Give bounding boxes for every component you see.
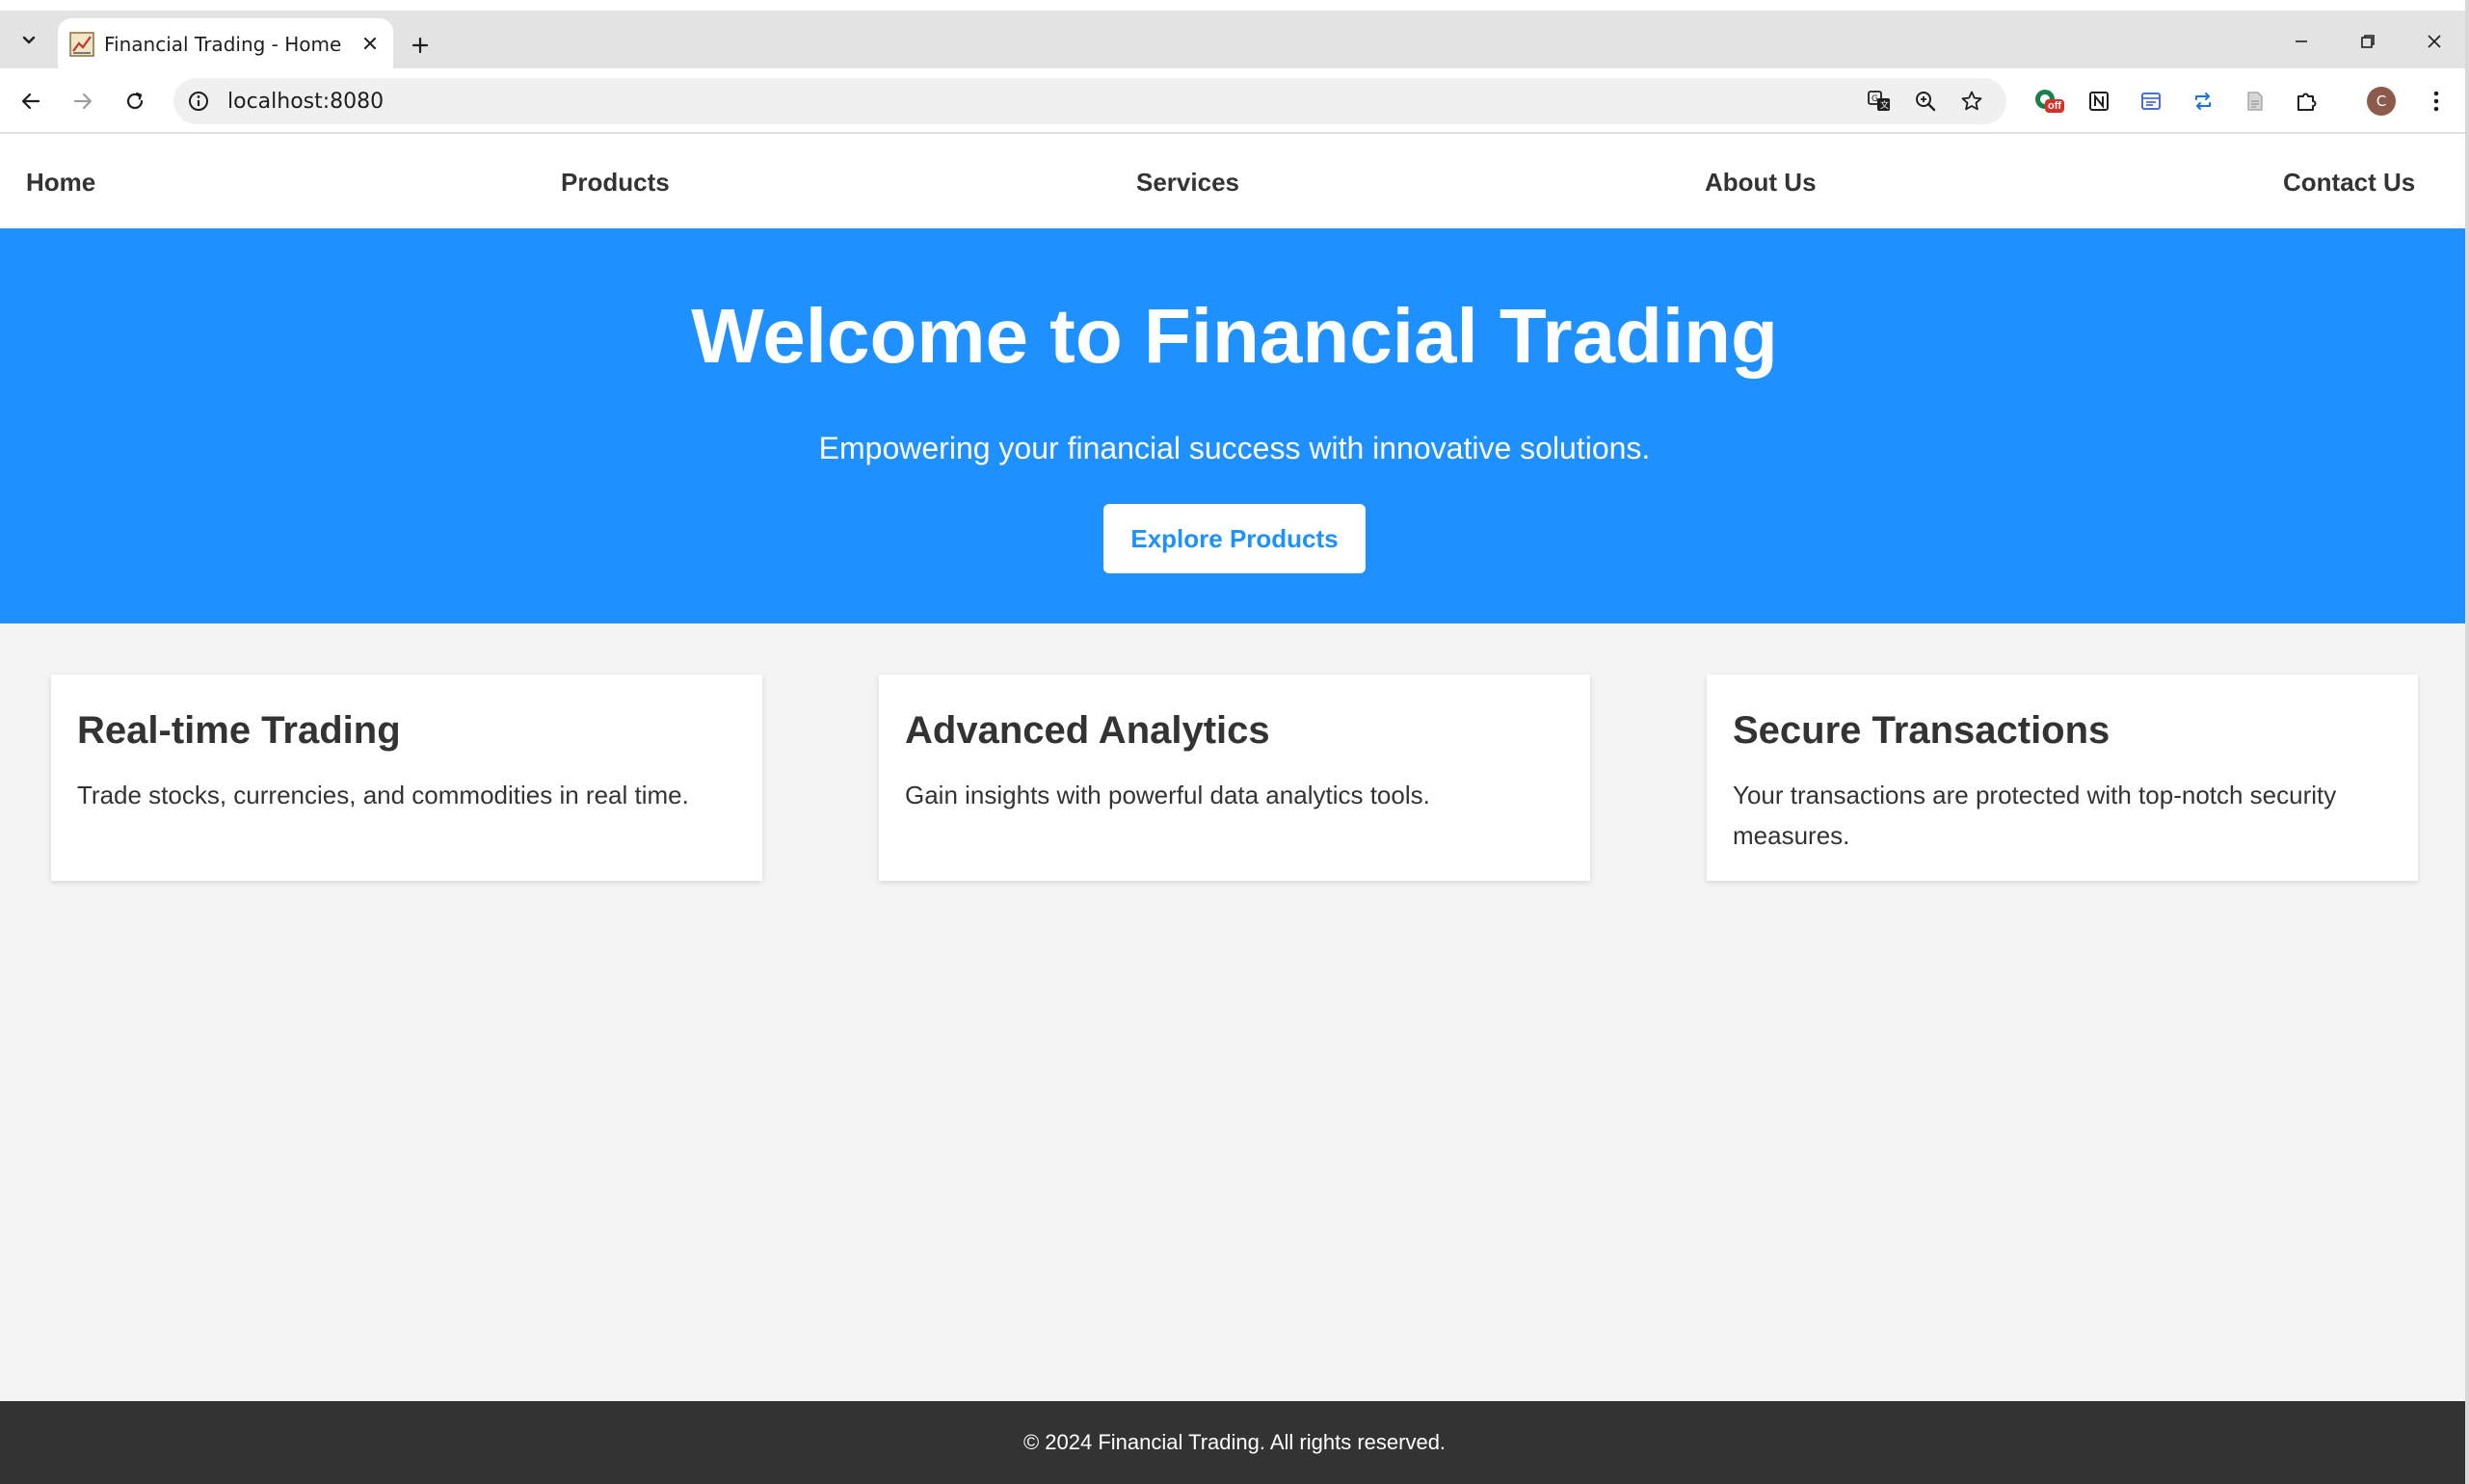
panel-icon <box>2141 93 2161 110</box>
profile-avatar[interactable]: C <box>2367 87 2396 116</box>
nav-link-services[interactable]: Services <box>1136 168 1239 198</box>
page-viewport: Home Products Services About Us Contact … <box>0 135 2469 1484</box>
nav-link-products[interactable]: Products <box>561 168 670 198</box>
nav-link-about-us[interactable]: About Us <box>1705 168 1817 198</box>
address-bar[interactable]: localhost:8080 G文 <box>173 78 2006 124</box>
bookmark-button[interactable] <box>1958 88 1985 115</box>
kebab-menu-icon <box>2433 91 2439 112</box>
site-footer: © 2024 Financial Trading. All rights res… <box>0 1401 2469 1484</box>
feature-card-title: Secure Transactions <box>1733 709 2111 752</box>
zoom-button[interactable] <box>1912 88 1939 115</box>
footer-copyright: © 2024 Financial Trading. All rights res… <box>1022 1430 1447 1454</box>
feature-card-title: Real-time Trading <box>77 709 401 752</box>
nav-link-home[interactable]: Home <box>26 168 95 198</box>
restore-icon <box>2361 35 2375 48</box>
feature-card-text: Gain insights with powerful data analyti… <box>905 781 1430 809</box>
star-icon <box>1961 91 1982 111</box>
restore-button[interactable] <box>2346 24 2390 59</box>
repeat-icon <box>2195 93 2211 110</box>
extension-document[interactable] <box>2240 86 2270 117</box>
extension-panel[interactable] <box>2136 86 2166 117</box>
arrow-right-icon <box>73 93 93 110</box>
extension-notion[interactable] <box>2084 86 2114 117</box>
translate-button[interactable]: G文 <box>1866 88 1893 115</box>
tab-search-button[interactable] <box>11 21 47 58</box>
minimize-button[interactable] <box>2279 24 2323 59</box>
site-info-icon[interactable] <box>187 90 210 113</box>
reload-button[interactable] <box>118 84 152 119</box>
feature-card-secure-transactions: Secure Transactions Your transactions ar… <box>1707 675 2418 881</box>
zoom-in-icon <box>1916 92 1936 112</box>
svg-text:G: G <box>1872 94 1878 104</box>
feature-card-text: Your transactions are protected with top… <box>1733 781 2337 850</box>
arrow-left-icon <box>21 93 40 110</box>
extension-tracker[interactable]: off <box>2031 86 2065 117</box>
explore-products-button[interactable]: Explore Products <box>1103 504 1366 573</box>
hero-subtitle: Empowering your financial success with i… <box>818 431 1651 465</box>
hero-banner: Welcome to Financial Trading Empowering … <box>0 228 2469 623</box>
minimize-icon <box>2296 40 2307 42</box>
close-icon <box>364 38 376 49</box>
window-top-edge <box>0 0 2469 11</box>
puzzle-icon <box>2297 93 2317 111</box>
window-right-edge <box>2465 0 2469 1484</box>
feature-card-real-time-trading: Real-time Trading Trade stocks, currenci… <box>51 675 762 881</box>
close-window-button[interactable] <box>2412 24 2456 59</box>
extension-repeat[interactable] <box>2188 86 2218 117</box>
document-icon <box>2247 92 2263 111</box>
svg-text:文: 文 <box>1880 99 1889 111</box>
active-tab[interactable]: Financial Trading - Home <box>58 18 393 68</box>
translate-icon: G文 <box>1868 91 1890 111</box>
chart-favicon-icon <box>69 32 94 57</box>
browser-menu-button[interactable] <box>2421 86 2452 117</box>
new-tab-button[interactable] <box>403 28 438 63</box>
close-icon <box>2428 35 2441 48</box>
tab-title: Financial Trading - Home <box>104 33 342 56</box>
forward-button[interactable] <box>66 84 100 119</box>
url-text[interactable]: localhost:8080 <box>227 90 384 114</box>
site-navigation: Home Products Services About Us Contact … <box>0 135 2469 228</box>
reload-icon <box>126 92 144 110</box>
feature-card-advanced-analytics: Advanced Analytics Gain insights with po… <box>879 675 1590 881</box>
hero-title: Welcome to Financial Trading <box>691 293 1778 379</box>
chevron-down-icon <box>22 36 36 44</box>
browser-toolbar: localhost:8080 G文 off C <box>0 68 2469 134</box>
extensions-menu-button[interactable] <box>2292 86 2323 117</box>
back-button[interactable] <box>13 84 48 119</box>
extension-off-badge: off <box>2045 99 2065 113</box>
tab-close-button[interactable] <box>358 32 382 55</box>
feature-card-title: Advanced Analytics <box>905 709 1270 752</box>
feature-card-text: Trade stocks, currencies, and commoditie… <box>77 781 689 809</box>
plus-icon <box>412 37 429 54</box>
notion-icon <box>2089 92 2109 111</box>
tab-bar: Financial Trading - Home <box>0 11 2469 68</box>
nav-link-contact-us[interactable]: Contact Us <box>2283 168 2415 198</box>
